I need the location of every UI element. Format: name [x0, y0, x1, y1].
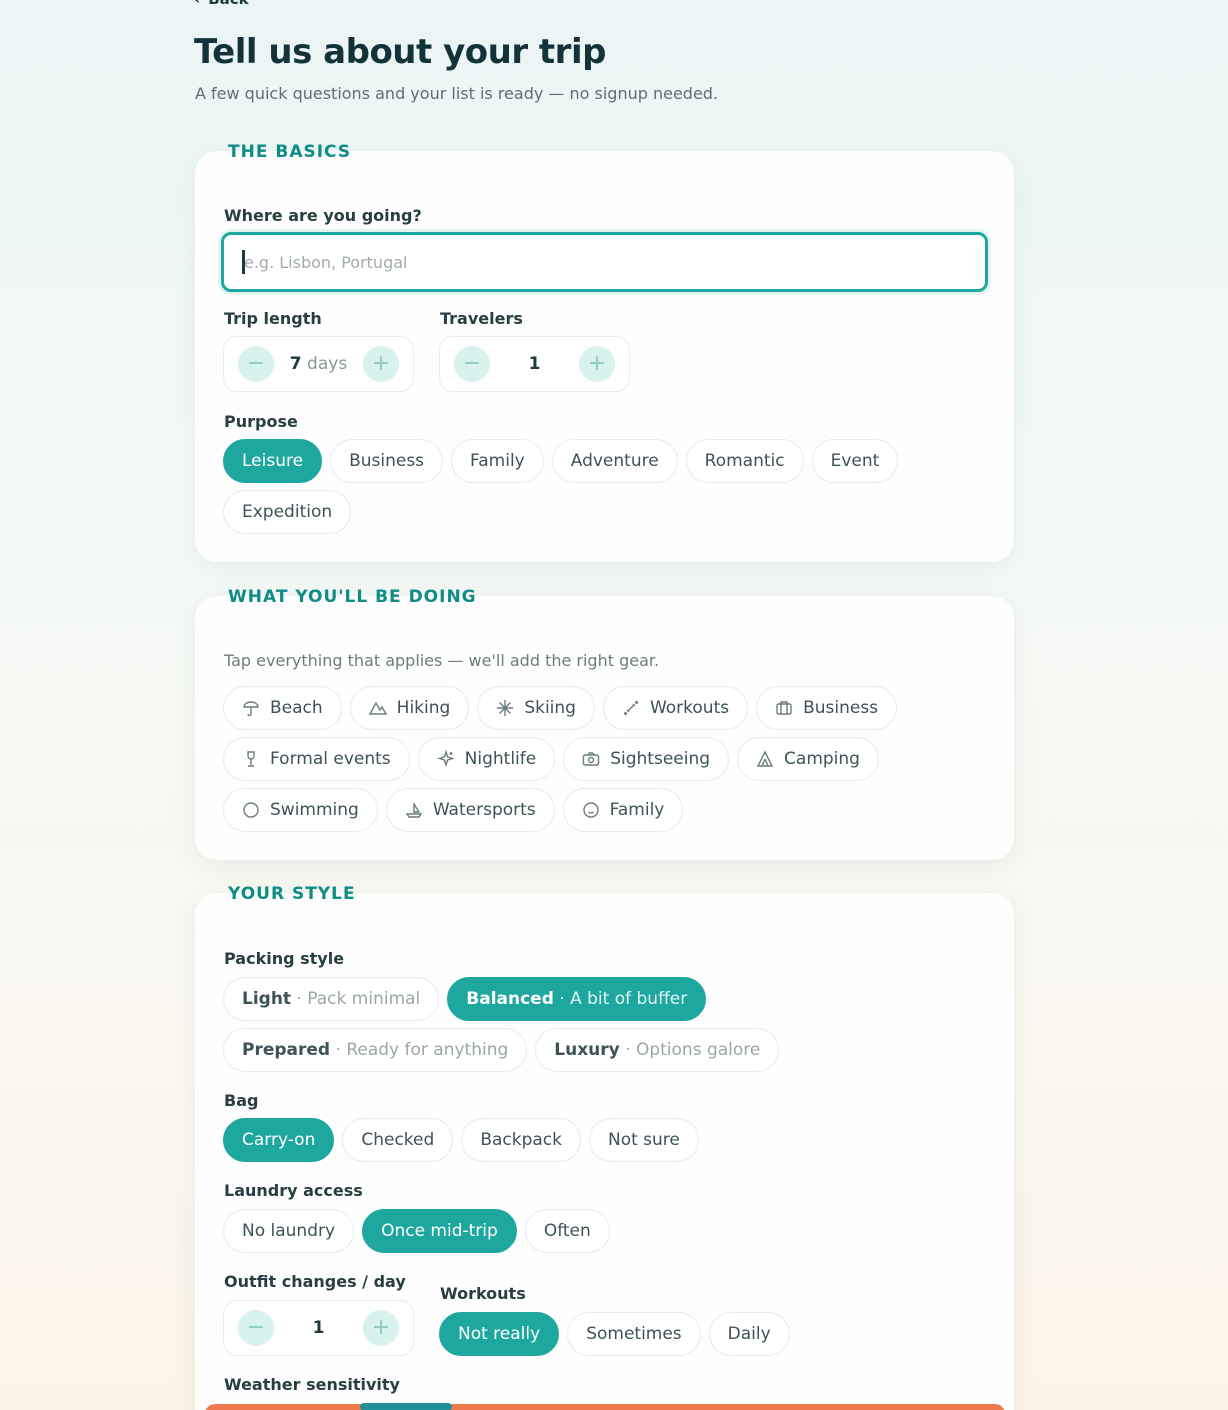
laundry-chip-no-laundry[interactable]: No laundry	[223, 1209, 355, 1253]
trip-length-stepper: − 7 days +	[223, 336, 414, 392]
purpose-chip-event[interactable]: Event	[811, 439, 899, 483]
trip-length-label: Trip length	[224, 309, 322, 328]
bag-chip-backpack[interactable]: Backpack	[461, 1118, 581, 1162]
packing-chip-light[interactable]: Light · Pack minimal	[223, 977, 440, 1021]
purpose-chip-adventure[interactable]: Adventure	[551, 439, 678, 483]
weather-sensitivity-label: Weather sensitivity	[224, 1375, 400, 1394]
trip-length-decrement-button[interactable]: −	[238, 346, 274, 382]
workouts-chip-not-really[interactable]: Not really	[439, 1312, 560, 1356]
activity-chip-sightseeing[interactable]: Sightseeing	[563, 737, 730, 781]
sailboat-icon	[405, 801, 423, 819]
weather-option-indicator	[360, 1403, 452, 1410]
outfit-changes-value: 1	[312, 1318, 325, 1338]
activities-section-title: WHAT YOU'LL BE DOING	[228, 587, 477, 607]
camera-icon	[582, 750, 600, 768]
purpose-label: Purpose	[224, 412, 298, 431]
back-link[interactable]: ‹ Back	[194, 0, 249, 8]
page-subtitle: A few quick questions and your list is r…	[195, 84, 719, 103]
trip-length-increment-button[interactable]: +	[362, 346, 399, 382]
destination-label: Where are you going?	[224, 206, 422, 225]
laundry-chip-once-mid-trip[interactable]: Once mid-trip	[362, 1209, 517, 1253]
destination-input[interactable]	[221, 232, 988, 292]
activity-chip-hiking[interactable]: Hiking	[349, 686, 470, 730]
purpose-chip-business[interactable]: Business	[330, 439, 444, 483]
workouts-chips: Not really Sometimes Daily	[439, 1312, 939, 1356]
activities-hint: Tap everything that applies — we'll add …	[224, 651, 660, 670]
activity-chip-skiing[interactable]: Skiing	[477, 686, 595, 730]
bag-chip-carry-on[interactable]: Carry-on	[223, 1118, 335, 1162]
text-caret	[242, 250, 245, 274]
purpose-chips: Leisure Business Family Adventure Romant…	[223, 439, 923, 534]
workouts-chip-sometimes[interactable]: Sometimes	[567, 1312, 701, 1356]
basics-section-title: THE BASICS	[228, 142, 352, 162]
packing-chip-luxury[interactable]: Luxury · Options galore	[535, 1028, 780, 1072]
page-title: Tell us about your trip	[194, 32, 606, 72]
purpose-chip-expedition[interactable]: Expedition	[223, 490, 352, 534]
baby-icon	[582, 801, 600, 819]
workouts-chip-daily[interactable]: Daily	[708, 1312, 790, 1356]
activity-chip-nightlife[interactable]: Nightlife	[417, 737, 556, 781]
travelers-decrement-button[interactable]: −	[454, 346, 490, 382]
bag-label: Bag	[224, 1091, 259, 1110]
activity-chip-camping[interactable]: Camping	[737, 737, 879, 781]
trip-length-value: 7 days	[289, 354, 348, 374]
laundry-chip-often[interactable]: Often	[524, 1209, 610, 1253]
laundry-label: Laundry access	[224, 1181, 363, 1200]
travelers-increment-button[interactable]: +	[579, 346, 615, 382]
bag-chip-checked[interactable]: Checked	[342, 1118, 454, 1162]
dumbbell-icon	[622, 699, 640, 717]
outfit-decrement-button[interactable]: −	[238, 1310, 274, 1346]
activity-chip-swimming[interactable]: Swimming	[223, 788, 378, 832]
activity-chips: Beach Hiking Skiing Workouts Business Fo…	[223, 686, 923, 832]
chevron-left-icon: ‹	[194, 0, 200, 8]
bag-chip-not-sure[interactable]: Not sure	[588, 1118, 699, 1162]
snowflake-icon	[496, 699, 514, 717]
sparkles-icon	[436, 750, 455, 768]
mountain-icon	[368, 699, 387, 717]
activity-chip-formal-events[interactable]: Formal events	[223, 737, 410, 781]
purpose-chip-leisure[interactable]: Leisure	[223, 439, 323, 483]
activity-chip-watersports[interactable]: Watersports	[385, 788, 555, 832]
wine-glass-icon	[242, 750, 260, 768]
travelers-stepper: − 1 +	[439, 336, 630, 392]
laundry-chips: No laundry Once mid-trip Often	[223, 1209, 983, 1253]
packing-style-chips: Light · Pack minimal Balanced · A bit of…	[223, 977, 983, 1072]
briefcase-icon	[775, 699, 793, 717]
umbrella-icon	[242, 699, 260, 717]
packing-chip-balanced[interactable]: Balanced · A bit of buffer	[447, 977, 707, 1021]
outfit-increment-button[interactable]: +	[363, 1310, 399, 1346]
outfit-changes-stepper: − 1 +	[223, 1300, 414, 1356]
back-label: Back	[208, 0, 248, 8]
purpose-chip-romantic[interactable]: Romantic	[685, 439, 804, 483]
activity-chip-workouts[interactable]: Workouts	[602, 686, 749, 730]
bag-chips: Carry-on Checked Backpack Not sure	[223, 1118, 983, 1162]
purpose-chip-family[interactable]: Family	[451, 439, 544, 483]
activity-chip-business[interactable]: Business	[756, 686, 898, 730]
packing-chip-prepared[interactable]: Prepared · Ready for anything	[223, 1028, 528, 1072]
travelers-label: Travelers	[440, 309, 523, 328]
packing-style-label: Packing style	[224, 949, 345, 968]
activity-chip-beach[interactable]: Beach	[223, 686, 342, 730]
continue-button[interactable]	[205, 1404, 1005, 1410]
travelers-value: 1	[528, 354, 541, 374]
activity-chip-family[interactable]: Family	[562, 788, 684, 832]
tent-icon	[756, 750, 774, 768]
style-section-title: YOUR STYLE	[228, 884, 356, 904]
outfit-changes-label: Outfit changes / day	[224, 1272, 406, 1291]
circle-icon	[242, 801, 260, 819]
workouts-label: Workouts	[440, 1284, 526, 1303]
